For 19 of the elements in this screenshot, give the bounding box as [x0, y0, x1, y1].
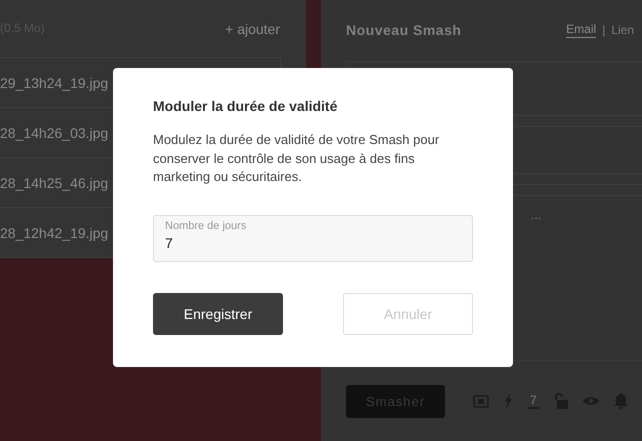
days-field[interactable]: Nombre de jours 7 [153, 214, 473, 262]
dialog-text: Modulez la durée de validité de votre Smash pour conserver le contrôle de son usage à des fins marketing ou sécuritaires. [153, 131, 440, 186]
unlocked-icon[interactable] [554, 393, 568, 410]
file-name[interactable]: 29_13h24_19.jpg [0, 74, 108, 90]
mode-tab[interactable]: Lien [611, 22, 634, 38]
panel-title: Nouveau Smash [346, 22, 462, 38]
file-name[interactable]: 28_12h42_19.jpg [0, 224, 108, 240]
dialog-title: Moduler la durée de validité [153, 98, 338, 114]
separator-text: | [602, 23, 606, 38]
add-link[interactable]: + ajouter [225, 20, 280, 36]
lightning-icon[interactable] [504, 393, 513, 410]
file-name[interactable]: 28_14h26_03.jpg [0, 124, 108, 140]
bell-icon[interactable] [614, 393, 628, 410]
message-field[interactable]: ... [531, 208, 542, 222]
file-name[interactable]: 28_14h25_46.jpg [0, 174, 108, 190]
eye-icon[interactable] [582, 396, 599, 406]
days-setting[interactable]: 7 [528, 393, 539, 410]
save-button[interactable]: Enregistrer [153, 292, 283, 334]
mode-tab[interactable]: Email [566, 22, 596, 38]
